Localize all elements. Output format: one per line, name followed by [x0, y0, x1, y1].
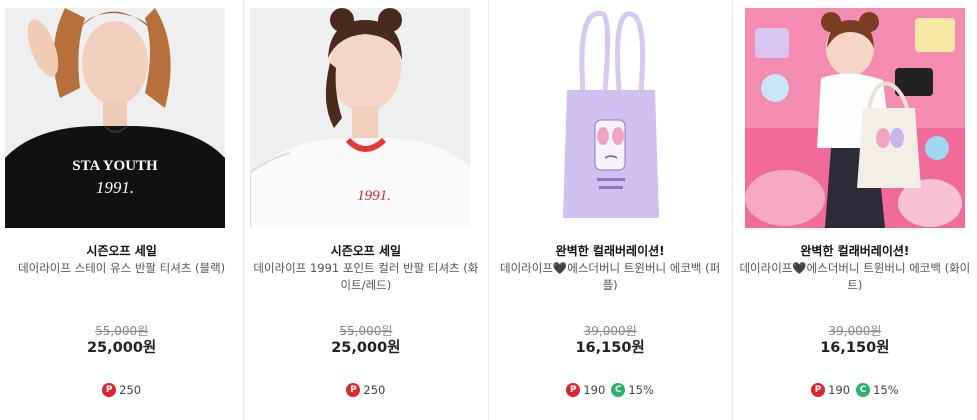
- original-price: 55,000원: [339, 324, 393, 338]
- point-icon: P: [811, 383, 826, 397]
- svg-text:1991.: 1991.: [96, 178, 134, 197]
- points-benefit: P 190: [566, 383, 605, 397]
- point-icon: P: [102, 383, 117, 397]
- product-image[interactable]: [500, 8, 721, 228]
- product-image[interactable]: STA YOUTH 1991.: [5, 8, 225, 228]
- product-name[interactable]: 데이라이프🖤에스더버니 트윈버니 에코백 (화이트): [737, 260, 973, 294]
- product-name[interactable]: 데이라이프 스테이 유스 반팔 티셔츠 (블랙): [4, 260, 239, 277]
- sale-price: 16,150원: [820, 340, 890, 356]
- points-value: 190: [828, 383, 851, 397]
- sale-price: 25,000원: [331, 340, 401, 356]
- model-white-tote-bag-photo: [744, 8, 965, 228]
- product-grid: STA YOUTH 1991. 시즌오프 세일 데이라이프 스테이 유스 반팔 …: [0, 0, 977, 420]
- purple-tote-bag-photo: [500, 8, 721, 228]
- coupon-icon: C: [611, 383, 626, 397]
- product-card[interactable]: STA YOUTH 1991. 시즌오프 세일 데이라이프 스테이 유스 반팔 …: [0, 0, 245, 420]
- coupon-value: 15%: [628, 383, 654, 397]
- points-value: 250: [363, 383, 386, 397]
- original-price: 55,000원: [95, 324, 149, 338]
- product-card[interactable]: 1991. 시즌오프 세일 데이라이프 1991 포인트 컬러 반팔 티셔츠 (…: [244, 0, 489, 420]
- svg-text:1991.: 1991.: [357, 188, 391, 204]
- product-name[interactable]: 데이라이프 1991 포인트 컬러 반팔 티셔츠 (화이트/레드): [248, 260, 483, 294]
- sale-price: 25,000원: [86, 340, 157, 356]
- model-black-tshirt-photo: STA YOUTH 1991.: [5, 8, 225, 228]
- benefits-row: P 250: [0, 383, 243, 397]
- original-price: 39,000원: [583, 324, 637, 338]
- promo-label: 시즌오프 세일: [330, 244, 402, 258]
- coupon-benefit: C 15%: [856, 383, 899, 397]
- point-icon: P: [566, 383, 581, 397]
- promo-label: 완벽한 컬래버레이션!: [555, 244, 665, 258]
- points-value: 190: [583, 383, 606, 397]
- product-image[interactable]: [744, 8, 965, 228]
- product-card[interactable]: 완벽한 컬래버레이션! 데이라이프🖤에스더버니 트윈버니 에코백 (화이트) 3…: [733, 0, 977, 420]
- benefits-row: P 250: [244, 383, 487, 397]
- promo-label: 시즌오프 세일: [86, 244, 157, 258]
- product-image[interactable]: 1991.: [250, 8, 471, 228]
- coupon-value: 15%: [873, 383, 899, 397]
- points-value: 250: [119, 383, 142, 397]
- product-name[interactable]: 데이라이프🖤에스더버니 트윈버니 에코백 (퍼플): [493, 260, 728, 294]
- promo-label: 완벽한 컬래버레이션!: [800, 244, 910, 258]
- svg-text:STA YOUTH: STA YOUTH: [72, 158, 158, 174]
- points-benefit: P 250: [346, 383, 385, 397]
- coupon-benefit: C 15%: [611, 383, 654, 397]
- benefits-row: P 190 C 15%: [489, 383, 732, 397]
- points-benefit: P 250: [102, 383, 141, 397]
- product-card[interactable]: 완벽한 컬래버레이션! 데이라이프🖤에스더버니 트윈버니 에코백 (퍼플) 39…: [489, 0, 733, 420]
- model-white-red-tshirt-photo: 1991.: [250, 8, 471, 228]
- coupon-icon: C: [856, 383, 871, 397]
- point-icon: P: [346, 383, 361, 397]
- benefits-row: P 190 C 15%: [733, 383, 977, 397]
- original-price: 39,000원: [828, 324, 882, 338]
- points-benefit: P 190: [811, 383, 850, 397]
- sale-price: 16,150원: [575, 340, 645, 356]
